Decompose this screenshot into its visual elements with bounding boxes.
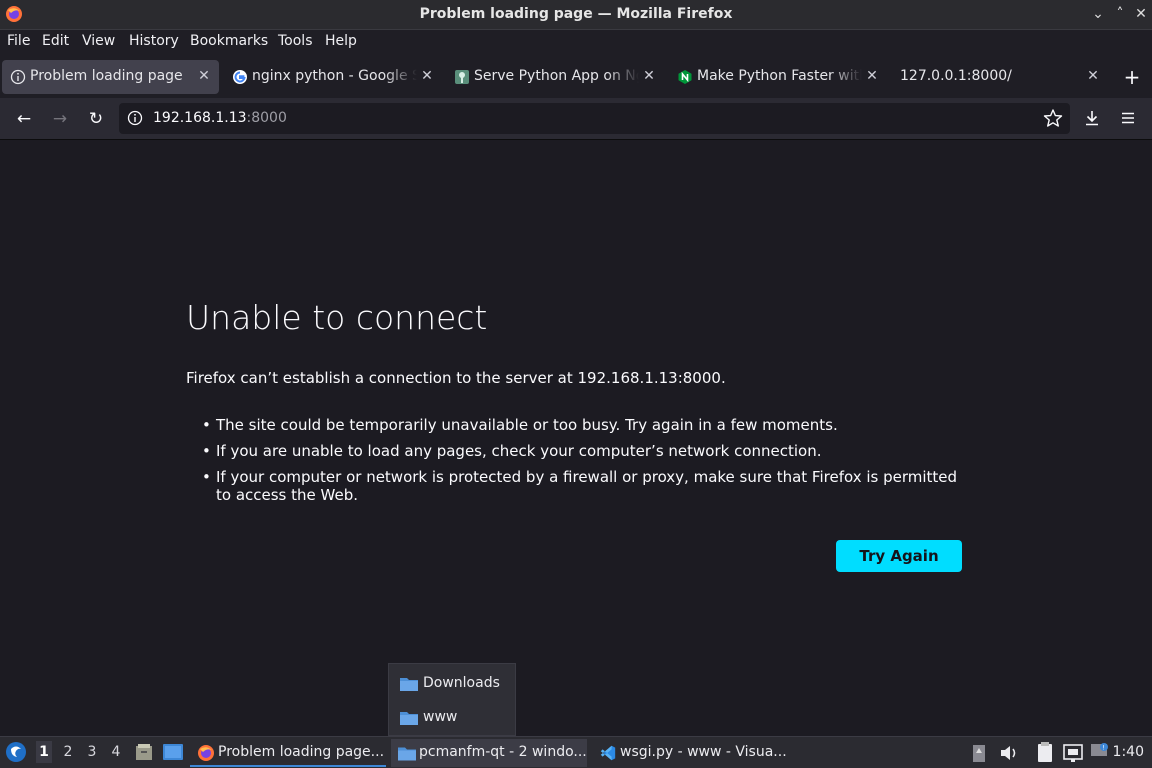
minimize-icon[interactable]: ⌄ (1088, 4, 1108, 24)
tab-label: nginx python - Google Se (252, 68, 417, 84)
close-window-icon[interactable]: ✕ (1131, 4, 1151, 24)
task-label: wsgi.py - www - Visua... (620, 744, 787, 760)
error-message: Firefox can’t establish a connection to … (186, 369, 726, 387)
tab-serve-python[interactable]: Serve Python App on Ngi ✕ (446, 60, 663, 94)
try-again-button[interactable]: Try Again (836, 540, 962, 572)
hamburger-menu-icon[interactable] (1118, 108, 1138, 128)
popup-item-label: Downloads (423, 675, 500, 691)
new-tab-icon[interactable]: + (1120, 65, 1144, 89)
network-icon[interactable] (1062, 742, 1084, 764)
site-info-icon[interactable] (127, 110, 143, 126)
volume-icon[interactable] (998, 742, 1020, 764)
file-manager-launcher-icon[interactable] (134, 742, 154, 762)
notes-tray-icon[interactable] (1034, 741, 1056, 765)
forward-icon[interactable]: → (48, 107, 72, 131)
window-titlebar: Problem loading page — Mozilla Firefox ⌄… (0, 0, 1152, 30)
tab-problem-loading[interactable]: Problem loading page ✕ (2, 60, 219, 94)
show-desktop-icon[interactable] (162, 742, 184, 762)
task-pcmanfm[interactable]: pcmanfm-qt - 2 windo... (391, 739, 587, 767)
taskbar: 1 2 3 4 Problem loading page... pcmanfm-… (0, 736, 1152, 768)
error-title: Unable to connect (186, 298, 488, 337)
url-text[interactable]: 192.168.1.13:8000 (153, 110, 287, 126)
error-suggestions: The site could be temporarily unavailabl… (202, 416, 972, 512)
firefox-icon (198, 745, 214, 761)
tab-localhost[interactable]: 127.0.0.1:8000/ ✕ (891, 60, 1108, 94)
menu-tools[interactable]: Tools (278, 33, 313, 49)
task-label: Problem loading page... (218, 744, 385, 760)
workspace-2[interactable]: 2 (60, 744, 76, 760)
workspace-1[interactable]: 1 (36, 741, 52, 763)
start-menu-icon[interactable] (5, 741, 27, 763)
info-icon (10, 69, 26, 85)
close-tab-icon[interactable]: ✕ (863, 67, 881, 85)
url-host: 192.168.1.13 (153, 110, 247, 126)
tab-google[interactable]: nginx python - Google Se ✕ (224, 60, 441, 94)
clock: 1:40 (1112, 744, 1144, 760)
close-tab-icon[interactable]: ✕ (195, 67, 213, 85)
site-favicon-icon (455, 70, 469, 84)
folder-popup-menu: Downloads www (388, 663, 516, 736)
maximize-icon[interactable]: ˄ (1110, 4, 1130, 24)
menubar: File Edit View History Bookmarks Tools H… (0, 30, 1152, 56)
task-label: pcmanfm-qt - 2 windo... (419, 744, 587, 760)
menu-history[interactable]: History (129, 33, 179, 49)
folder-icon (400, 678, 418, 691)
menu-edit[interactable]: Edit (42, 33, 69, 49)
tab-label: Make Python Faster with (697, 68, 862, 84)
folder-icon (400, 712, 418, 725)
menu-file[interactable]: File (7, 33, 30, 49)
bookmark-star-icon[interactable] (1042, 107, 1064, 129)
task-firefox[interactable]: Problem loading page... (190, 739, 386, 767)
tab-make-python-faster[interactable]: Make Python Faster with ✕ (669, 60, 886, 94)
close-tab-icon[interactable]: ✕ (640, 67, 658, 85)
close-tab-icon[interactable]: ✕ (418, 67, 436, 85)
menu-view[interactable]: View (82, 33, 115, 49)
nginx-icon (678, 70, 692, 84)
downloads-icon[interactable] (1082, 108, 1102, 128)
clipboard-tray-icon[interactable] (970, 742, 988, 764)
vscode-icon (600, 745, 616, 761)
back-icon[interactable]: ← (12, 107, 36, 131)
close-tab-icon[interactable]: ✕ (1084, 67, 1102, 85)
page-content: Unable to connect Firefox can’t establis… (0, 140, 1152, 736)
workspace-3[interactable]: 3 (84, 744, 100, 760)
update-notifier-icon[interactable]: ! (1088, 741, 1110, 763)
window-title: Problem loading page — Mozilla Firefox (419, 6, 733, 22)
navigation-toolbar: ← → ↻ 192.168.1.13:8000 (0, 98, 1152, 140)
tab-label: 127.0.0.1:8000/ (900, 68, 1012, 84)
url-bar[interactable]: 192.168.1.13:8000 (119, 103, 1070, 134)
task-vscode[interactable]: wsgi.py - www - Visua... (592, 739, 788, 767)
reload-icon[interactable]: ↻ (84, 107, 108, 131)
menu-help[interactable]: Help (325, 33, 357, 49)
svg-text:!: ! (1103, 745, 1105, 752)
tab-label: Problem loading page (30, 68, 183, 84)
popup-item-label: www (423, 709, 458, 725)
tab-strip: Problem loading page ✕ nginx python - Go… (0, 56, 1152, 98)
tab-label: Serve Python App on Ngi (474, 68, 639, 84)
url-port: :8000 (246, 110, 287, 126)
list-item: The site could be temporarily unavailabl… (202, 416, 972, 434)
google-icon (233, 70, 247, 84)
folder-icon (398, 747, 416, 761)
list-item: If your computer or network is protected… (202, 468, 972, 504)
list-item: If you are unable to load any pages, che… (202, 442, 972, 460)
workspace-4[interactable]: 4 (108, 744, 124, 760)
menu-bookmarks[interactable]: Bookmarks (190, 33, 268, 49)
